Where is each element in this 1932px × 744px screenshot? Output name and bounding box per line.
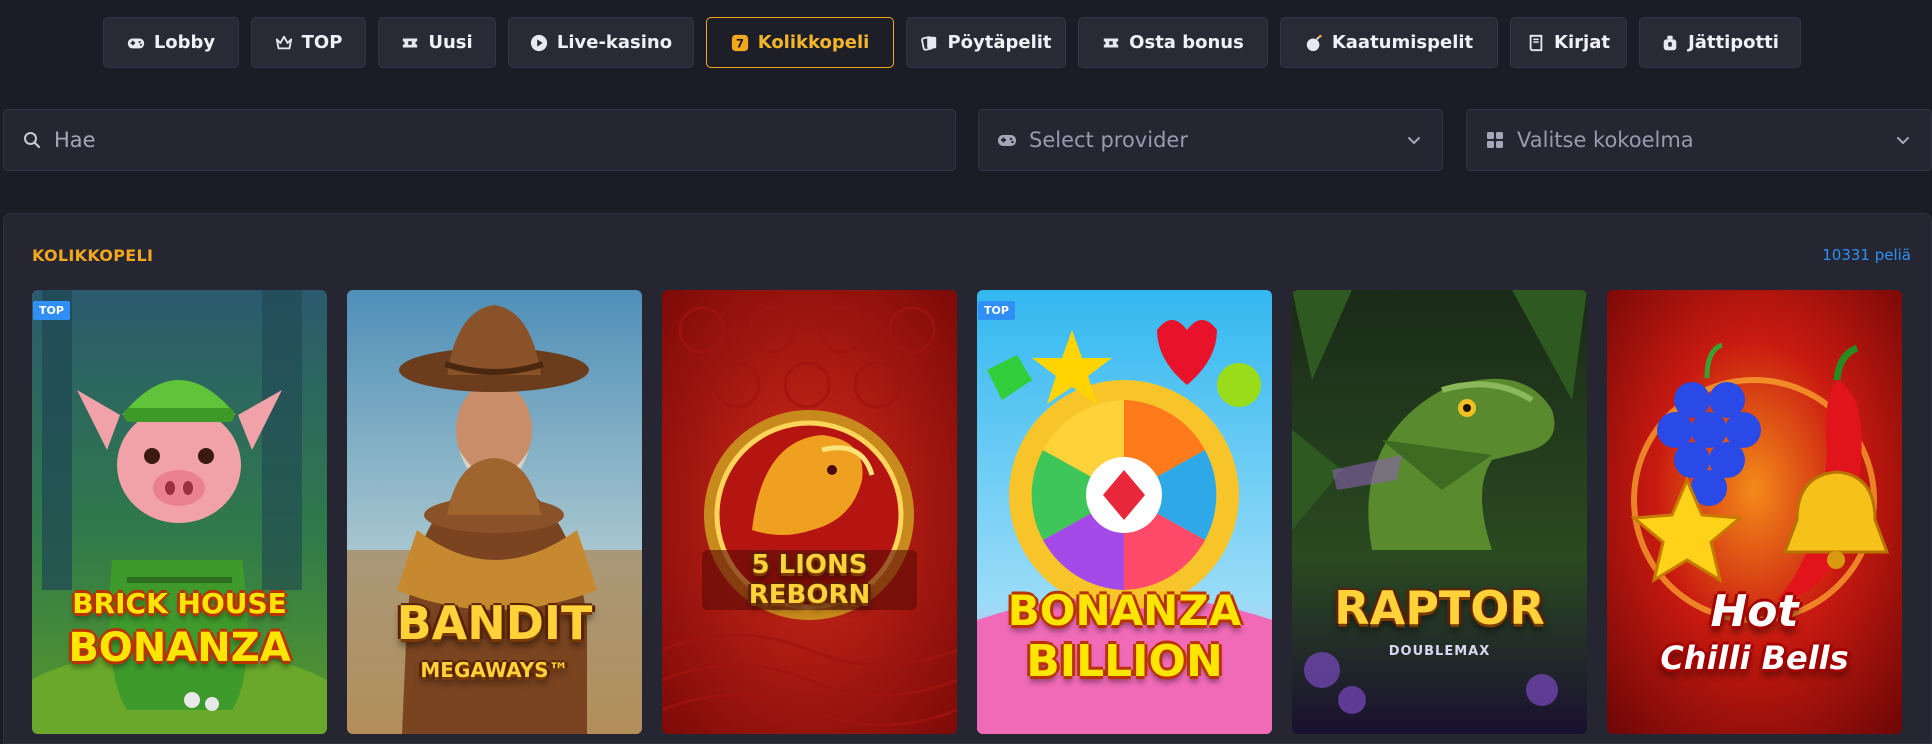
games-grid: TOP BRICK HOUSE BONANZA BANDIT MEGAWAYS™… bbox=[32, 290, 1902, 734]
collection-select[interactable]: Valitse kokoelma bbox=[1466, 109, 1932, 171]
game-card-bandit-megaways[interactable]: BANDIT MEGAWAYS™ bbox=[347, 290, 642, 734]
tab-uusi[interactable]: Uusi bbox=[378, 17, 496, 68]
cards-icon bbox=[920, 34, 938, 52]
section-title: KOLIKKOPELI bbox=[32, 246, 154, 265]
games-count-link[interactable]: 10331 peliä bbox=[1822, 246, 1911, 264]
search-icon bbox=[22, 130, 42, 150]
top-badge: TOP bbox=[978, 301, 1015, 320]
tab-label: Pöytäpelit bbox=[947, 32, 1052, 53]
slot-seven-icon: 7 bbox=[731, 34, 749, 52]
game-card-hot-chilli-bells[interactable]: Hot Chilli Bells bbox=[1607, 290, 1902, 734]
collection-select-value: Valitse kokoelma bbox=[1517, 128, 1694, 152]
tab-label: Lobby bbox=[153, 32, 216, 53]
games-panel: KOLIKKOPELI 10331 peliä TOP BRICK HOUSE … bbox=[3, 213, 1932, 744]
game-title-line1: BANDIT bbox=[396, 596, 593, 650]
game-title-line2: BILLION bbox=[1026, 636, 1223, 687]
tab-kirjat[interactable]: Kirjat bbox=[1510, 17, 1627, 68]
game-title-line1: BRICK HOUSE bbox=[72, 587, 287, 620]
game-card-raptor-doublemax[interactable]: RAPTOR DOUBLEMAX bbox=[1292, 290, 1587, 734]
tab-label: Live-kasino bbox=[556, 32, 673, 53]
game-title-line2: Chilli Bells bbox=[1660, 639, 1849, 677]
tab-label: Jättipotti bbox=[1688, 32, 1779, 53]
tab-kaatumispelit[interactable]: Kaatumispelit bbox=[1280, 17, 1498, 68]
game-title-line1: 5 LIONS bbox=[751, 550, 868, 580]
tab-label: Uusi bbox=[428, 32, 473, 53]
game-card-bonanza-billion[interactable]: TOP BONANZA BILLION bbox=[977, 290, 1272, 734]
game-card-brick-house-bonanza[interactable]: TOP BRICK HOUSE BONANZA bbox=[32, 290, 327, 734]
tab-live-kasino[interactable]: Live-kasino bbox=[508, 17, 694, 68]
game-title-line2: REBORN bbox=[748, 580, 871, 610]
tab-poytapelit[interactable]: Pöytäpelit bbox=[906, 17, 1066, 68]
game-thumbnail bbox=[662, 290, 957, 734]
chevron-down-icon bbox=[1404, 130, 1424, 150]
game-title-line1: RAPTOR bbox=[1334, 581, 1545, 635]
provider-select[interactable]: Select provider bbox=[978, 109, 1443, 171]
game-thumbnail bbox=[1292, 290, 1587, 734]
game-title-line2: MEGAWAYS™ bbox=[420, 658, 569, 682]
bomb-icon bbox=[1305, 34, 1323, 52]
ticket-icon bbox=[1102, 34, 1120, 52]
crown-icon bbox=[275, 34, 293, 52]
play-icon bbox=[530, 34, 548, 52]
category-tabs: Lobby TOP Uusi Live-kasino 7 Kolikkopeli… bbox=[103, 17, 1801, 68]
game-title-line2: DOUBLEMAX bbox=[1388, 644, 1491, 659]
game-title-line1: BONANZA bbox=[1007, 586, 1242, 635]
gamepad-icon bbox=[997, 130, 1017, 150]
ticket-icon bbox=[401, 34, 419, 52]
top-badge: TOP bbox=[33, 301, 70, 320]
tab-label: Kirjat bbox=[1554, 32, 1610, 53]
tab-jattipotti[interactable]: Jättipotti bbox=[1639, 17, 1801, 68]
chevron-down-icon bbox=[1893, 130, 1913, 150]
moneybag-icon bbox=[1661, 34, 1679, 52]
grid-icon bbox=[1485, 130, 1505, 150]
tab-label: Osta bonus bbox=[1129, 32, 1244, 53]
tab-label: Kolikkopeli bbox=[757, 32, 870, 53]
svg-text:7: 7 bbox=[736, 36, 744, 50]
search-field[interactable] bbox=[3, 109, 956, 171]
tab-osta-bonus[interactable]: Osta bonus bbox=[1078, 17, 1268, 68]
tab-top[interactable]: TOP bbox=[251, 17, 366, 68]
tab-label: Kaatumispelit bbox=[1331, 32, 1474, 53]
provider-select-value: Select provider bbox=[1029, 128, 1188, 152]
book-icon bbox=[1527, 34, 1545, 52]
game-title-line1: Hot bbox=[1710, 586, 1799, 637]
game-card-5-lions-reborn[interactable]: 5 LIONS REBORN bbox=[662, 290, 957, 734]
gamepad-icon bbox=[127, 34, 145, 52]
tab-label: TOP bbox=[301, 32, 343, 53]
tab-lobby[interactable]: Lobby bbox=[103, 17, 239, 68]
tab-kolikkopeli[interactable]: 7 Kolikkopeli bbox=[706, 17, 894, 68]
game-title-line2: BONANZA bbox=[68, 625, 291, 671]
search-input[interactable] bbox=[54, 128, 934, 152]
